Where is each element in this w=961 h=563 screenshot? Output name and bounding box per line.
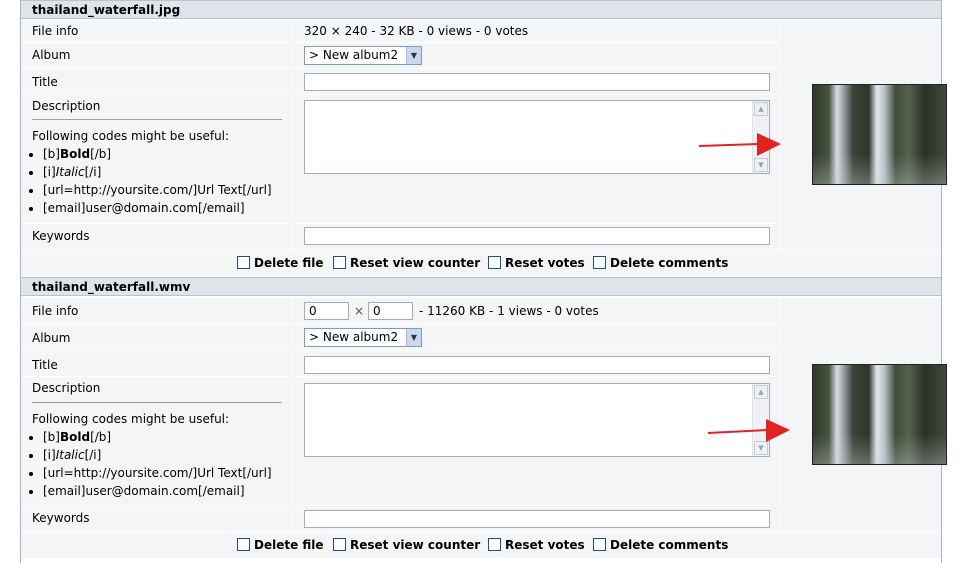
code-bold: [b]Bold[/b]: [43, 145, 272, 163]
title-label: Title: [32, 75, 58, 89]
title-value-cell: [293, 351, 779, 376]
code-email: [email]user@domain.com[/email]: [43, 199, 272, 217]
divider: [32, 119, 282, 120]
height-input[interactable]: 0: [368, 302, 413, 320]
reset-view-counter-checkbox[interactable]: Reset view counter: [333, 255, 480, 271]
code-email: [email]user@domain.com[/email]: [43, 482, 272, 500]
times-sign: ×: [354, 304, 365, 318]
description-value-cell: ▲ ▼: [293, 95, 779, 223]
keywords-label: Keywords: [32, 511, 90, 525]
scroll-down-icon[interactable]: ▼: [754, 158, 768, 172]
keywords-input[interactable]: [304, 227, 770, 245]
album-value-cell: > New album2 ▼: [293, 325, 779, 350]
delete-comments-checkbox[interactable]: Delete comments: [593, 537, 728, 553]
chevron-down-icon[interactable]: ▼: [406, 329, 421, 346]
file-header-1: thailand_waterfall.jpg: [21, 0, 941, 19]
album-label: Album: [32, 48, 71, 62]
description-label: Description: [32, 99, 101, 113]
title-value-cell: [293, 69, 779, 94]
scroll-up-icon[interactable]: ▲: [754, 385, 768, 399]
album-label: Album: [32, 331, 71, 345]
code-url: [url=http://yoursite.com/]Url Text[/url]: [43, 181, 272, 199]
thumbnail-image[interactable]: [812, 84, 947, 185]
file-info-label-cell: File info: [21, 298, 292, 324]
album-select-value: > New album2: [309, 330, 399, 344]
keywords-input[interactable]: [304, 510, 770, 528]
album-select[interactable]: > New album2 ▼: [304, 328, 422, 347]
thumbnail-cell: [780, 21, 947, 249]
keywords-value-cell: [293, 506, 779, 531]
chevron-down-icon[interactable]: ▼: [406, 47, 421, 64]
code-italic: [i]Italic[/i]: [43, 446, 272, 464]
title-label-cell: Title: [21, 351, 292, 376]
keywords-label-cell: Keywords: [21, 224, 292, 249]
title-label: Title: [32, 358, 58, 372]
thumbnail-image[interactable]: [812, 364, 947, 465]
file-info-value-cell: 0 × 0 - 11260 KB - 1 views - 0 votes: [293, 298, 779, 324]
delete-comments-checkbox[interactable]: Delete comments: [593, 255, 728, 271]
delete-file-checkbox[interactable]: Delete file: [237, 537, 324, 553]
code-url: [url=http://yoursite.com/]Url Text[/url]: [43, 464, 272, 482]
album-select-value: > New album2: [309, 48, 399, 62]
title-input[interactable]: [304, 356, 770, 374]
actions-bar-2: Delete file Reset view counter Reset vot…: [21, 532, 941, 558]
file-section-1: thailand_waterfall.jpg File info 320 × 2…: [21, 0, 947, 278]
album-label-cell: Album: [21, 43, 292, 68]
description-label-cell: Description Following codes might be use…: [21, 377, 292, 505]
album-value-cell: > New album2 ▼: [293, 43, 779, 68]
codes-heading: Following codes might be useful:: [32, 412, 230, 426]
album-label-cell: Album: [21, 325, 292, 350]
description-label: Description: [32, 381, 101, 395]
keywords-value-cell: [293, 224, 779, 249]
delete-file-checkbox[interactable]: Delete file: [237, 255, 324, 271]
file-section-2: thailand_waterfall.wmv File info 0 × 0 -…: [21, 277, 947, 563]
reset-view-counter-checkbox[interactable]: Reset view counter: [333, 537, 480, 553]
codes-list: [b]Bold[/b] [i]Italic[/i] [url=http://yo…: [21, 145, 272, 217]
description-label-cell: Description Following codes might be use…: [21, 95, 292, 223]
file-info-value: - 11260 KB - 1 views - 0 votes: [419, 304, 599, 318]
title-input[interactable]: [304, 73, 770, 91]
codes-list: [b]Bold[/b] [i]Italic[/i] [url=http://yo…: [21, 428, 272, 500]
file-info-value-cell: 320 × 240 - 32 KB - 0 views - 0 votes: [293, 21, 779, 42]
file-info-value: 320 × 240 - 32 KB - 0 views - 0 votes: [304, 24, 529, 38]
scroll-up-icon[interactable]: ▲: [754, 102, 768, 116]
keywords-label: Keywords: [32, 229, 90, 243]
red-arrow-icon: [698, 133, 781, 156]
keywords-label-cell: Keywords: [21, 506, 292, 531]
actions-bar-1: Delete file Reset view counter Reset vot…: [21, 250, 941, 276]
codes-heading: Following codes might be useful:: [32, 129, 230, 143]
code-bold: [b]Bold[/b]: [43, 428, 272, 446]
code-italic: [i]Italic[/i]: [43, 163, 272, 181]
file-info-label: File info: [32, 304, 79, 318]
reset-votes-checkbox[interactable]: Reset votes: [488, 537, 585, 553]
description-textarea[interactable]: ▲ ▼: [304, 383, 770, 457]
edit-files-panel: thailand_waterfall.jpg File info 320 × 2…: [20, 0, 947, 563]
divider: [32, 402, 282, 403]
thumbnail-cell: [780, 298, 947, 531]
red-arrow-icon: [707, 419, 790, 442]
album-select[interactable]: > New album2 ▼: [304, 46, 422, 65]
width-input[interactable]: 0: [304, 302, 349, 320]
file-info-label: File info: [32, 24, 79, 38]
reset-votes-checkbox[interactable]: Reset votes: [488, 255, 585, 271]
file-header-2: thailand_waterfall.wmv: [21, 277, 941, 296]
title-label-cell: Title: [21, 69, 292, 94]
file-info-label-cell: File info: [21, 21, 292, 42]
